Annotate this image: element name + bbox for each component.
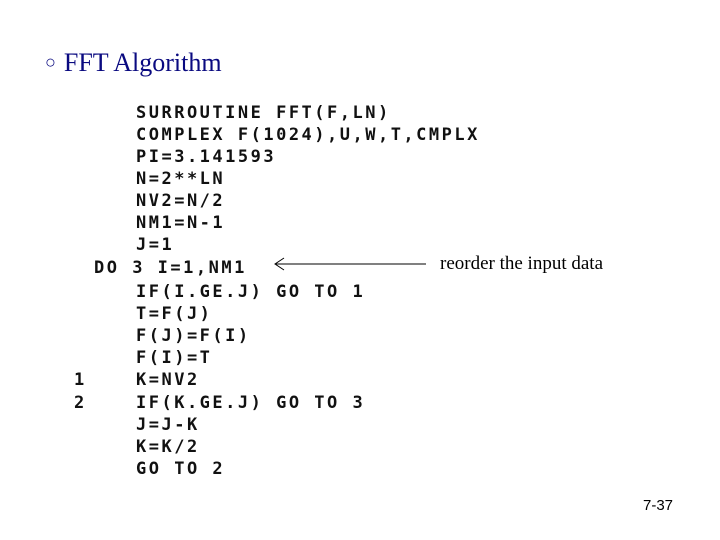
code-line: K=NV2 xyxy=(136,370,200,390)
code-line-do-loop: DO 3 I=1,NM1 xyxy=(94,258,247,278)
code-line: F(J)=F(I) xyxy=(136,326,251,346)
page-number: 7-37 xyxy=(643,497,674,514)
code-line: COMPLEX F(1024),U,W,T,CMPLX xyxy=(136,125,480,145)
slide-title-text: FFT Algorithm xyxy=(63,48,222,77)
code-line: GO TO 2 xyxy=(136,459,226,479)
code-line: F(I)=T xyxy=(136,348,213,368)
code-line: T=F(J) xyxy=(136,304,213,324)
left-arrow-icon xyxy=(274,257,426,271)
code-line: N=2**LN xyxy=(136,169,226,189)
code-line: PI=3.141593 xyxy=(136,147,277,167)
hollow-circle-bullet-icon: ○ xyxy=(45,52,56,72)
code-line: IF(K.GE.J) GO TO 3 xyxy=(136,393,366,413)
code-statement-label: 1 xyxy=(74,370,85,390)
annotation-reorder-input: reorder the input data xyxy=(440,253,604,274)
code-line: NV2=N/2 xyxy=(136,191,226,211)
slide-title: ○ FFT Algorithm xyxy=(45,48,222,78)
code-line: J=J-K xyxy=(136,415,200,435)
code-line: K=K/2 xyxy=(136,437,200,457)
code-line: J=1 xyxy=(136,235,175,255)
code-line: SURROUTINE FFT(F,LN) xyxy=(136,103,391,123)
code-line: IF(I.GE.J) GO TO 1 xyxy=(136,282,366,302)
code-line: NM1=N-1 xyxy=(136,213,226,233)
code-statement-label: 2 xyxy=(74,393,85,413)
